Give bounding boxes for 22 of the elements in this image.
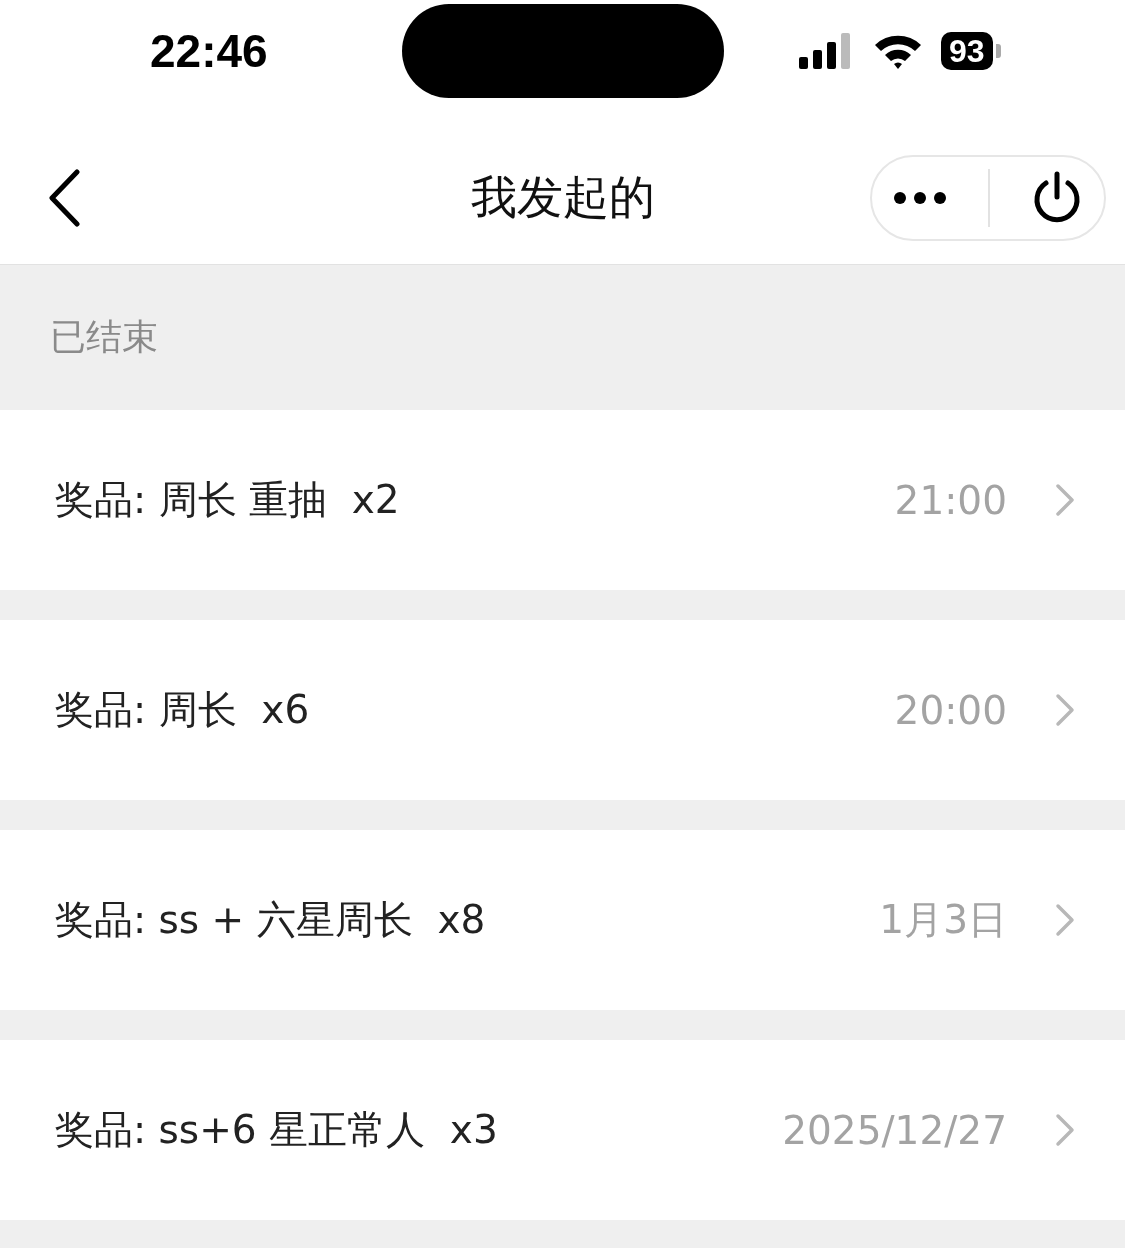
more-icon[interactable] xyxy=(892,191,947,205)
wifi-icon xyxy=(873,33,923,69)
chevron-icon xyxy=(1055,1113,1075,1147)
list-item[interactable]: 奖品: 周长 重抽 x2 21:00 xyxy=(0,410,1125,590)
list-item[interactable]: 奖品: ss + 六星周长 x8 1月3日 xyxy=(0,830,1125,1010)
item-time: 1月3日 xyxy=(879,896,1007,944)
chevron-icon xyxy=(1055,693,1075,727)
prize-label: 奖品: 周长 重抽 x2 xyxy=(55,476,401,524)
chevron-icon xyxy=(1055,483,1075,517)
list-item[interactable]: 奖品: ss+6 星正常人 x3 2025/12/27 xyxy=(0,1040,1125,1220)
status-time: 22:46 xyxy=(150,24,269,78)
list-item[interactable]: 奖品: 周长 x6 20:00 xyxy=(0,620,1125,800)
back-icon[interactable] xyxy=(47,169,81,227)
prize-label: 奖品: ss + 六星周长 x8 xyxy=(55,896,487,944)
prize-label: 奖品: 周长 x6 xyxy=(55,686,311,734)
item-time: 21:00 xyxy=(894,477,1007,523)
page-title: 我发起的 xyxy=(470,169,655,226)
section-header: 已结束 xyxy=(50,315,158,359)
item-time: 20:00 xyxy=(894,687,1007,733)
item-time: 2025/12/27 xyxy=(782,1107,1007,1153)
prize-label: 奖品: ss+6 星正常人 x3 xyxy=(55,1106,499,1154)
chevron-icon xyxy=(1055,903,1075,937)
